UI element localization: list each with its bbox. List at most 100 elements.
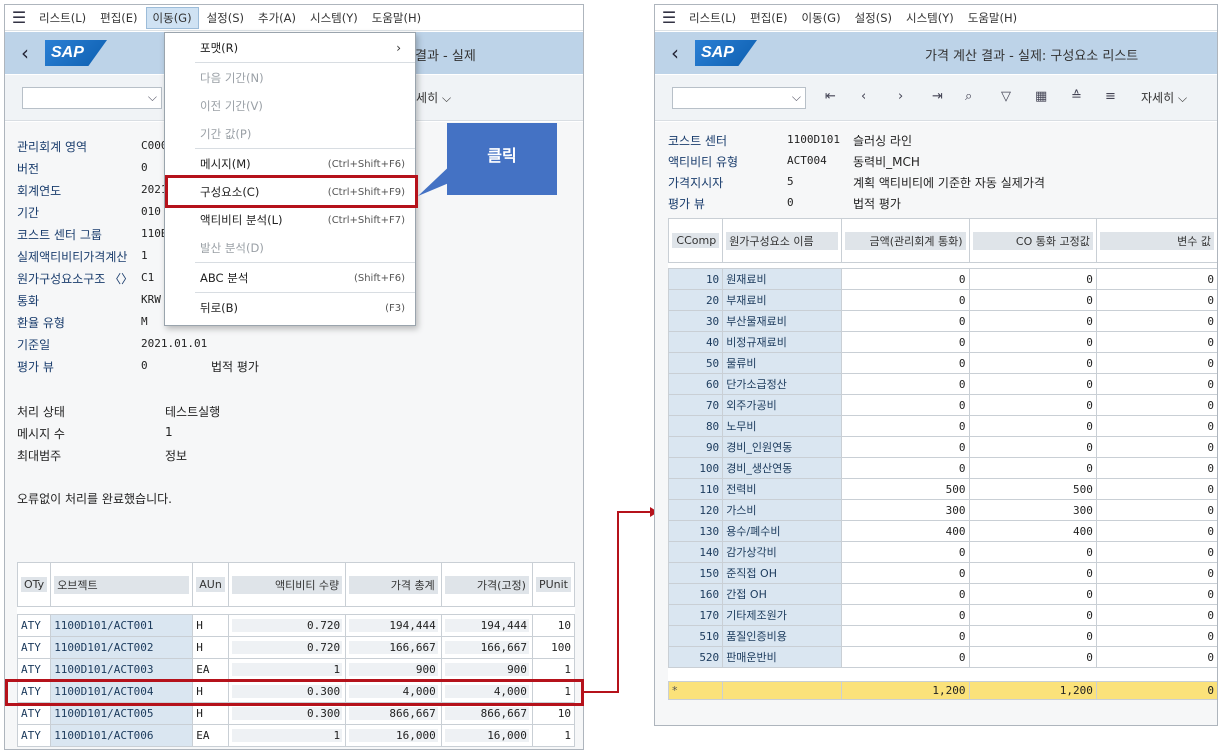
table-row[interactable]: ATY 1100D101/ACT001 H 0.720 194,444 194,444 10 xyxy=(16,614,576,637)
table-row[interactable]: 90 경비_인원연동 0 0 0 xyxy=(667,436,1217,458)
table-row[interactable]: ATY 1100D101/ACT002 H 0.720 166,667 166,667 10… xyxy=(16,636,576,659)
menu-item-5[interactable]: 구성요소(C) (Ctrl+Shift+F9) xyxy=(165,178,415,206)
column-header[interactable]: 가격(고정) xyxy=(440,562,533,607)
column-header[interactable]: OTy xyxy=(16,562,52,607)
table-row[interactable]: ATY 1100D101/ACT005 H 0.300 866,667 866,667 10 xyxy=(16,702,576,725)
table-row[interactable]: 60 단가소급정산 0 0 0 xyxy=(667,373,1217,395)
sap-logo: SAP xyxy=(695,40,757,66)
table-cell: 510 xyxy=(667,625,724,647)
table-row[interactable]: 10 원재료비 0 0 0 xyxy=(667,268,1217,290)
back-arrow-icon[interactable]: ‹ xyxy=(5,41,45,65)
table-cell: 140 xyxy=(667,541,724,563)
hamburger-icon[interactable]: ☰ xyxy=(655,8,683,27)
chevron-right-icon: › xyxy=(396,41,401,55)
table-cell: 0 xyxy=(841,541,970,563)
table-row[interactable]: 520 판매운반비 0 0 0 xyxy=(667,646,1217,668)
column-header[interactable]: 원가구성요소 이름 xyxy=(722,218,843,263)
table-row[interactable]: 80 노무비 0 0 0 xyxy=(667,415,1217,437)
table-row[interactable]: 170 기타제조원가 0 0 0 xyxy=(667,604,1217,626)
table-row[interactable]: 70 외주가공비 0 0 0 xyxy=(667,394,1217,416)
table-cell: 품질인증비용 xyxy=(722,625,843,647)
column-header[interactable]: 가격 총계 xyxy=(345,562,442,607)
table-row[interactable]: ATY 1100D101/ACT004 H 0.300 4,000 4,000 1 xyxy=(16,680,576,703)
table-row[interactable]: 130 용수/폐수비 400 400 0 xyxy=(667,520,1217,542)
table-cell: 0 xyxy=(841,373,970,395)
table-cell: 166,667 xyxy=(345,636,442,659)
back-arrow-icon[interactable]: ‹ xyxy=(655,41,695,65)
hamburger-icon[interactable]: ☰ xyxy=(5,8,33,27)
table-row[interactable]: 110 전력비 500 500 0 xyxy=(667,478,1217,500)
column-header[interactable]: 오브젝트 xyxy=(50,562,194,607)
table-cell: 0 xyxy=(968,541,1097,563)
menu-edit[interactable]: 편집(E) xyxy=(744,8,793,28)
column-header[interactable]: AUn xyxy=(192,562,229,607)
layout-dropdown[interactable]: ⌵ xyxy=(672,87,806,109)
table-row[interactable]: 30 부산물재료비 0 0 0 xyxy=(667,310,1217,332)
layout-icon[interactable]: ▦ xyxy=(1035,89,1047,104)
menu-help[interactable]: 도움말(H) xyxy=(366,8,427,28)
menu-item-6[interactable]: 액티비티 분석(L) (Ctrl+Shift+F7) xyxy=(165,206,415,234)
search-icon[interactable]: ⌕ xyxy=(965,89,972,104)
table-row[interactable]: ATY 1100D101/ACT006 EA 1 16,000 16,000 1 xyxy=(16,724,576,747)
column-header[interactable]: 금액(관리회계 통화) xyxy=(841,218,970,263)
menu-edit[interactable]: 편집(E) xyxy=(94,8,143,28)
first-page-icon[interactable]: ⇤ xyxy=(825,89,836,104)
table-cell: 준직접 OH xyxy=(722,562,843,584)
table-row[interactable]: 50 물류비 0 0 0 xyxy=(667,352,1217,374)
table-row[interactable]: 150 준직접 OH 0 0 0 xyxy=(667,562,1217,584)
menu-item-8[interactable]: ABC 분석 (Shift+F6) xyxy=(165,264,415,292)
menu-help[interactable]: 도움말(H) xyxy=(962,8,1023,28)
table-cell: 0 xyxy=(1095,415,1217,437)
column-header[interactable]: PUnit xyxy=(531,562,576,607)
cell-value: 166,667 xyxy=(444,641,529,654)
column-header-label: 가격(고정) xyxy=(444,575,529,594)
menu-item-0[interactable]: 포맷(R) › xyxy=(165,34,415,62)
field-label: 기준일 xyxy=(17,338,51,352)
table-cell: ATY xyxy=(16,702,52,725)
table-cell: 노무비 xyxy=(722,415,843,437)
menu-item-9[interactable]: 뒤로(B) (F3) xyxy=(165,294,415,322)
next-icon[interactable]: › xyxy=(898,89,903,104)
filter-icon[interactable]: ▽ xyxy=(1001,89,1011,104)
column-header[interactable]: CO 통화 고정값 xyxy=(968,218,1097,263)
menu-settings[interactable]: 설정(S) xyxy=(201,8,250,28)
sort-ascending-icon[interactable]: ≙ xyxy=(1071,89,1082,104)
menu-system[interactable]: 시스템(Y) xyxy=(900,8,960,28)
menu-list[interactable]: 리스트(L) xyxy=(683,8,742,28)
menu-item-4[interactable]: 메시지(M) (Ctrl+Shift+F6) xyxy=(165,150,415,178)
table-cell: 경비_생산연동 xyxy=(722,457,843,479)
menu-extras[interactable]: 추가(A) xyxy=(252,8,302,28)
table-row[interactable]: 140 감가상각비 0 0 0 xyxy=(667,541,1217,563)
menu-system[interactable]: 시스템(Y) xyxy=(304,8,364,28)
column-header-label: 원가구성요소 이름 xyxy=(726,231,839,250)
table-cell: 1 xyxy=(227,724,347,747)
table-cell: 150 xyxy=(667,562,724,584)
menu-settings[interactable]: 설정(S) xyxy=(849,8,898,28)
table-row[interactable]: 100 경비_생산연동 0 0 0 xyxy=(667,457,1217,479)
menu-goto[interactable]: 이동(G) xyxy=(145,6,199,29)
total-cell: 0 xyxy=(1095,681,1217,700)
table-row[interactable]: 160 간접 OH 0 0 0 xyxy=(667,583,1217,605)
table-row[interactable]: ATY 1100D101/ACT003 EA 1 900 900 1 xyxy=(16,658,576,681)
table-cell: 160 xyxy=(667,583,724,605)
sort-descending-icon[interactable]: ≡ xyxy=(1105,89,1116,104)
menu-goto[interactable]: 이동(G) xyxy=(796,8,847,28)
table-cell: 16,000 xyxy=(345,724,442,747)
detail-button[interactable]: 자세히 ⌵ xyxy=(1141,89,1187,106)
shortcut-hint: (Shift+F6) xyxy=(353,272,405,284)
table-row[interactable]: 120 가스비 300 300 0 xyxy=(667,499,1217,521)
last-page-icon[interactable]: ⇥ xyxy=(932,89,943,104)
table-cell: 100 xyxy=(531,636,576,659)
table-cell: 400 xyxy=(841,520,970,542)
column-header[interactable]: CComp xyxy=(667,218,724,263)
table-row[interactable]: 40 비정규재료비 0 0 0 xyxy=(667,331,1217,353)
layout-dropdown[interactable]: ⌵ xyxy=(22,87,162,109)
total-cell: 1,200 xyxy=(841,681,970,700)
table-row[interactable]: 510 품질인증비용 0 0 0 xyxy=(667,625,1217,647)
table-row[interactable]: 20 부재료비 0 0 0 xyxy=(667,289,1217,311)
previous-icon[interactable]: ‹ xyxy=(861,89,866,104)
column-header[interactable]: 변수 값 xyxy=(1095,218,1217,263)
cell-value: 900 xyxy=(349,663,438,676)
column-header[interactable]: 액티비티 수량 xyxy=(227,562,347,607)
menu-list[interactable]: 리스트(L) xyxy=(33,8,92,28)
